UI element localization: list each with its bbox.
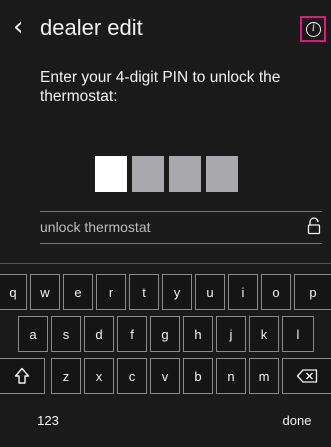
divider — [40, 243, 322, 244]
info-icon: i — [306, 22, 321, 37]
key-s[interactable]: s — [51, 316, 81, 352]
key-r[interactable]: r — [96, 274, 126, 310]
backspace-icon — [296, 369, 318, 383]
pin-digit-4 — [206, 156, 238, 192]
key-t[interactable]: t — [129, 274, 159, 310]
pin-digit-1 — [95, 156, 127, 192]
key-e[interactable]: e — [63, 274, 93, 310]
page-title: dealer edit — [40, 15, 143, 40]
unlock-icon[interactable] — [307, 217, 321, 235]
pin-prompt: Enter your 4-digit PIN to unlock the the… — [40, 69, 281, 105]
done-key[interactable]: done — [270, 402, 324, 438]
key-u[interactable]: u — [195, 274, 225, 310]
key-i[interactable]: i — [228, 274, 258, 310]
key-o[interactable]: o — [261, 274, 291, 310]
key-c[interactable]: c — [117, 358, 147, 394]
header: ‹ dealer edit i — [0, 0, 331, 58]
backspace-key[interactable] — [282, 358, 331, 394]
key-p[interactable]: p — [294, 274, 331, 310]
key-y[interactable]: y — [162, 274, 192, 310]
key-m[interactable]: m — [249, 358, 279, 394]
unlock-thermostat-label[interactable]: unlock thermostat — [40, 218, 151, 236]
key-x[interactable]: x — [84, 358, 114, 394]
pin-digit-2 — [132, 156, 164, 192]
key-v[interactable]: v — [150, 358, 180, 394]
key-q[interactable]: q — [0, 274, 27, 310]
shift-key[interactable] — [0, 358, 45, 394]
key-g[interactable]: g — [150, 316, 180, 352]
key-n[interactable]: n — [216, 358, 246, 394]
key-l[interactable]: l — [282, 316, 314, 352]
divider — [40, 211, 322, 212]
key-f[interactable]: f — [117, 316, 147, 352]
key-a[interactable]: a — [18, 316, 48, 352]
key-w[interactable]: w — [30, 274, 60, 310]
shift-icon — [14, 367, 30, 384]
key-d[interactable]: d — [84, 316, 114, 352]
key-j[interactable]: j — [216, 316, 246, 352]
key-h[interactable]: h — [183, 316, 213, 352]
info-button[interactable]: i — [300, 16, 326, 42]
pin-digit-3 — [169, 156, 201, 192]
key-k[interactable]: k — [249, 316, 279, 352]
key-z[interactable]: z — [51, 358, 81, 394]
back-chevron-icon[interactable]: ‹ — [13, 14, 23, 40]
numbers-key[interactable]: 123 — [26, 402, 70, 438]
keyboard: q w e r t y u i o p a s d f g h j k l z … — [0, 263, 331, 447]
key-b[interactable]: b — [183, 358, 213, 394]
